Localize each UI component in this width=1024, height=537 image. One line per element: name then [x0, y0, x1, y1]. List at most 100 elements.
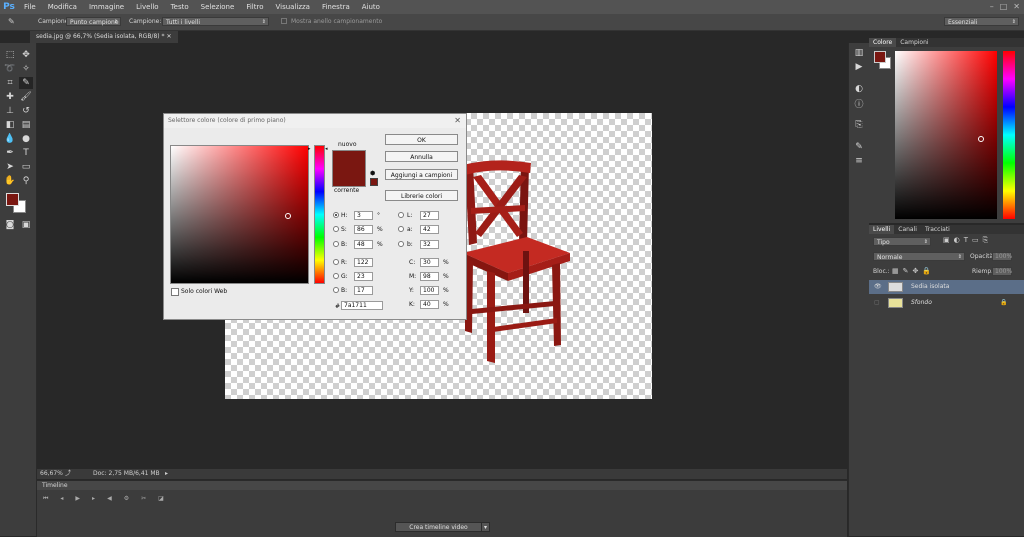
- field-lab-l-input[interactable]: 27: [420, 211, 439, 220]
- history-panel-icon[interactable]: ▥: [852, 47, 866, 59]
- minimize-button[interactable]: –: [990, 2, 994, 11]
- info-panel-icon[interactable]: ⓘ: [852, 97, 866, 110]
- menu-livello[interactable]: Livello: [130, 3, 164, 11]
- cancel-button[interactable]: Annulla: [385, 151, 458, 162]
- radio-g[interactable]: [333, 273, 339, 279]
- tab-canali[interactable]: Canali: [894, 225, 921, 234]
- path-selection-icon[interactable]: ➤: [3, 161, 17, 173]
- hand-icon[interactable]: ✋: [3, 175, 17, 187]
- field-cmyk-y-input[interactable]: 100: [420, 286, 439, 295]
- sample-size-select[interactable]: Punto campione ⇕: [66, 17, 121, 26]
- menu-selezione[interactable]: Selezione: [195, 3, 241, 11]
- document-tab[interactable]: sedia.jpg @ 66,7% (Sedia isolata, RGB/8)…: [30, 31, 178, 43]
- radio-lab-b[interactable]: [398, 241, 404, 247]
- menu-testo[interactable]: Testo: [165, 3, 195, 11]
- picker-cursor[interactable]: [285, 213, 291, 219]
- workspace-select[interactable]: Essenziali ⇕: [944, 17, 1019, 26]
- menu-filtro[interactable]: Filtro: [240, 3, 269, 11]
- add-to-swatches-button[interactable]: Aggiungi a campioni: [385, 169, 458, 180]
- fg-color-swatch[interactable]: [874, 51, 886, 63]
- ring-checkbox[interactable]: [281, 18, 287, 24]
- color-field[interactable]: [895, 51, 997, 219]
- prev-frame-icon[interactable]: ◂: [60, 495, 63, 503]
- lasso-icon[interactable]: ➰: [3, 63, 17, 75]
- healing-brush-icon[interactable]: ✚: [3, 91, 17, 103]
- hue-slider-right-arrow[interactable]: ◂: [325, 146, 328, 152]
- maximize-button[interactable]: □: [1000, 2, 1008, 11]
- field-s-input[interactable]: 86: [354, 225, 373, 234]
- quick-mask-icon[interactable]: ◙: [3, 219, 17, 231]
- field-cmyk-m-input[interactable]: 98: [420, 272, 439, 281]
- saturation-brightness-field[interactable]: [170, 145, 309, 284]
- clone-source-icon[interactable]: ⎘: [852, 119, 866, 131]
- tab-livelli[interactable]: Livelli: [869, 225, 895, 234]
- radio-r[interactable]: [333, 259, 339, 265]
- field-b-input[interactable]: 48: [354, 240, 373, 249]
- web-safe-swatch[interactable]: [370, 178, 378, 186]
- layer-filter-select[interactable]: Tipo ⇕: [873, 237, 931, 246]
- type-icon[interactable]: T: [19, 147, 33, 159]
- opacity-field[interactable]: 100%: [992, 252, 1012, 261]
- magic-wand-icon[interactable]: ✧: [19, 63, 33, 75]
- blur-icon[interactable]: 💧: [3, 133, 17, 145]
- audio-icon[interactable]: ◀: [107, 495, 112, 503]
- actions-panel-icon[interactable]: ▶: [852, 61, 866, 73]
- eraser-icon[interactable]: ◧: [3, 119, 17, 131]
- field-lab-b-input[interactable]: 32: [420, 240, 439, 249]
- sample-layers-select[interactable]: Tutti i livelli ⇕: [162, 17, 269, 26]
- marquee-icon[interactable]: ⬚: [3, 49, 17, 61]
- radio-lab-a[interactable]: [398, 226, 404, 232]
- timeline-dropdown-icon[interactable]: ▾: [481, 522, 490, 532]
- menu-modifica[interactable]: Modifica: [42, 3, 83, 11]
- web-colors-checkbox[interactable]: [171, 288, 179, 296]
- layer-row-sedia[interactable]: 👁 Sedia isolata: [869, 280, 1024, 294]
- radio-b[interactable]: [333, 287, 339, 293]
- create-video-timeline-button[interactable]: Crea timeline video: [395, 522, 482, 532]
- tab-colore[interactable]: Colore: [869, 38, 897, 47]
- radio-s[interactable]: [333, 226, 339, 232]
- field-r-input[interactable]: 122: [354, 258, 373, 267]
- radio-b[interactable]: [333, 241, 339, 247]
- visibility-box-icon[interactable]: ▢: [874, 296, 880, 310]
- field-g-input[interactable]: 23: [354, 272, 373, 281]
- hue-slider[interactable]: [1003, 51, 1015, 219]
- menu-finestra[interactable]: Finestra: [316, 3, 356, 11]
- brush-icon[interactable]: 🖌: [19, 91, 33, 103]
- field-cmyk-k-input[interactable]: 40: [420, 300, 439, 309]
- color-libraries-button[interactable]: Librerie colori: [385, 190, 458, 201]
- settings-icon[interactable]: ⚙: [124, 495, 129, 503]
- pen-icon[interactable]: ✒: [3, 147, 17, 159]
- clone-stamp-icon[interactable]: ⊥: [3, 105, 17, 117]
- dodge-icon[interactable]: ●: [19, 133, 33, 145]
- color-picker-ring[interactable]: [978, 136, 984, 142]
- character-panel-icon[interactable]: ≡: [852, 155, 866, 167]
- ok-button[interactable]: OK: [385, 134, 458, 145]
- eyedropper-tool-icon[interactable]: ✎: [19, 77, 33, 89]
- play-icon[interactable]: ▶: [75, 495, 80, 503]
- next-frame-icon[interactable]: ▸: [92, 495, 95, 503]
- menu-file[interactable]: File: [18, 3, 42, 11]
- visibility-eye-icon[interactable]: 👁: [874, 280, 882, 294]
- menu-visualizza[interactable]: Visualizza: [269, 3, 315, 11]
- radio-h[interactable]: [333, 212, 339, 218]
- move-icon[interactable]: ✥: [19, 49, 33, 61]
- shape-icon[interactable]: ▭: [19, 161, 33, 173]
- field-lab-a-input[interactable]: 42: [420, 225, 439, 234]
- field-cmyk-c-input[interactable]: 30: [420, 258, 439, 267]
- gradient-icon[interactable]: ▤: [19, 119, 33, 131]
- foreground-color-swatch[interactable]: [6, 193, 19, 206]
- hue-slider-left-arrow[interactable]: ▸: [308, 146, 311, 152]
- adjustments-panel-icon[interactable]: ◐: [852, 83, 866, 95]
- history-brush-icon[interactable]: ↺: [19, 105, 33, 117]
- screen-mode-icon[interactable]: ▣: [19, 219, 33, 231]
- lock-icons[interactable]: ▦✎✥🔒: [892, 267, 935, 275]
- first-frame-icon[interactable]: ⏮: [43, 495, 48, 503]
- layer-name[interactable]: Sedia isolata: [911, 280, 949, 294]
- zoom-icon[interactable]: ⚲: [19, 175, 33, 187]
- eyedropper-icon[interactable]: ✎: [8, 17, 15, 26]
- tab-tracciati[interactable]: Tracciati: [921, 225, 954, 234]
- hex-field[interactable]: 7a1711: [341, 301, 383, 310]
- hue-slider[interactable]: [314, 145, 325, 284]
- share-icon[interactable]: ⤴: [65, 469, 71, 479]
- radio-lab-l[interactable]: [398, 212, 404, 218]
